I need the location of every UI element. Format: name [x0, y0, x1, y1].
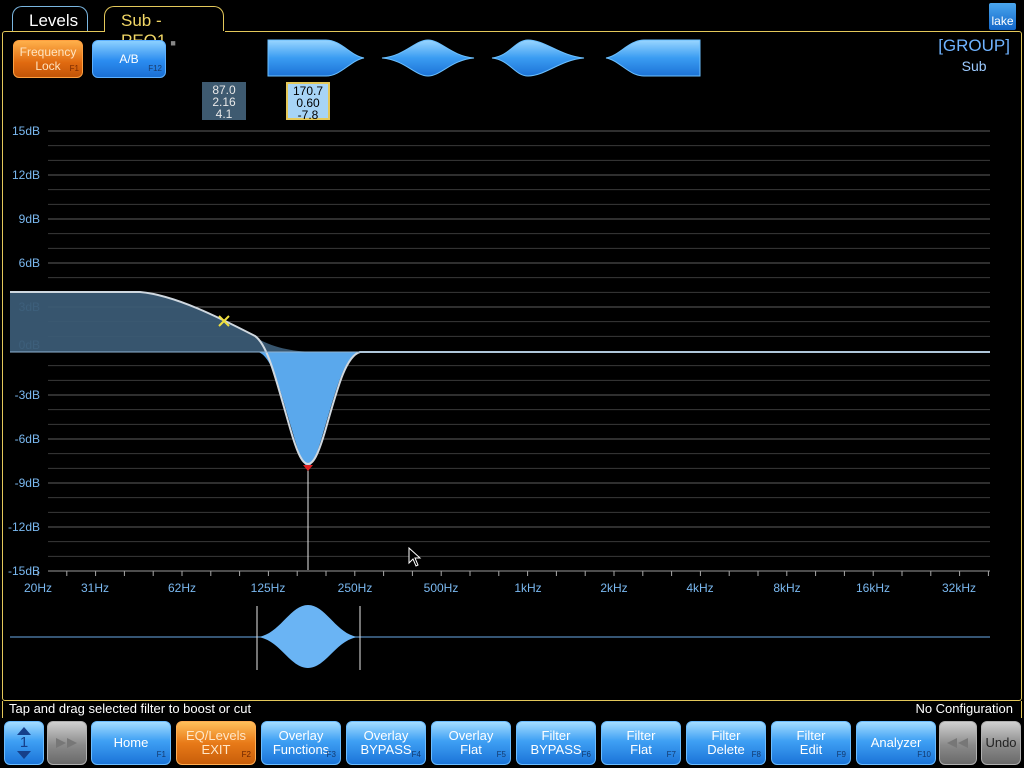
- page-selector-button[interactable]: 1: [4, 721, 44, 765]
- fkey-index: F9: [836, 750, 846, 759]
- next-page-button[interactable]: [47, 721, 87, 765]
- fkey-button-6[interactable]: Filter BYPASS F6: [516, 721, 596, 765]
- fkey-button-label: Home: [113, 735, 149, 750]
- x-axis-label: 32kHz: [942, 581, 976, 595]
- fkey-index: F7: [666, 750, 676, 759]
- fkey-button-1[interactable]: Home F1: [91, 721, 171, 765]
- y-axis-label: -12dB: [8, 520, 40, 534]
- x-axis-label: 62Hz: [168, 581, 196, 595]
- x-axis-label: 31Hz: [81, 581, 109, 595]
- fkey-button-5[interactable]: Overlay Flat F5: [431, 721, 511, 765]
- x-axis-label: 8kHz: [773, 581, 800, 595]
- fkey-button-4[interactable]: Overlay BYPASS F4: [346, 721, 426, 765]
- fkey-button-label: Filter Edit: [796, 728, 826, 757]
- overview-filter-shape: [258, 605, 358, 668]
- fkey-index: F4: [411, 750, 421, 759]
- eq-window: Levels Sub - PEQ1■ lake Frequency Lock F…: [0, 0, 1024, 768]
- fkey-button-label: Analyzer: [870, 735, 922, 750]
- graph-grid: [37, 130, 990, 576]
- fkey-button-label: EQ/Levels EXIT: [186, 728, 246, 757]
- fkey-index: F5: [496, 750, 506, 759]
- status-hint: Tap and drag selected filter to boost or…: [9, 701, 252, 716]
- fast-forward-icon: [56, 738, 77, 748]
- arrow-down-icon: [17, 751, 31, 759]
- x-axis-label: 20Hz: [24, 581, 52, 595]
- fkey-button-label: Overlay Flat: [448, 728, 494, 757]
- y-axis-label: 12dB: [12, 168, 40, 182]
- fkey-button-7[interactable]: Filter Flat F7: [601, 721, 681, 765]
- y-axis-label: 15dB: [12, 124, 40, 138]
- fkey-index: F8: [751, 750, 761, 759]
- fkey-index: F2: [241, 750, 251, 759]
- x-axis-label: 125Hz: [251, 581, 286, 595]
- fkey-index: F6: [581, 750, 591, 759]
- function-key-bar: 1 Home F1 EQ/Levels EXIT F2 Overlay Function…: [0, 718, 1024, 768]
- status-config: No Configuration: [915, 701, 1013, 716]
- fkey-button-label: Filter Flat: [626, 728, 656, 757]
- fkey-button-10[interactable]: Analyzer F10: [856, 721, 936, 765]
- x-axis-label: 1kHz: [514, 581, 541, 595]
- x-axis-label: 2kHz: [600, 581, 627, 595]
- fkey-button-label: Overlay Functions: [272, 728, 330, 757]
- x-axis-labels: 20Hz 31Hz 62Hz 125Hz 250Hz 500Hz 1kHz 2kHz 4kHz 8…: [24, 581, 976, 595]
- mouse-cursor-icon: [408, 547, 422, 567]
- fkey-index: F1: [156, 750, 166, 759]
- fkey-button-label: Filter Delete: [707, 728, 745, 757]
- y-axis-label: 6dB: [19, 256, 40, 270]
- status-bar: Tap and drag selected filter to boost or…: [2, 701, 1022, 718]
- x-axis-label: 16kHz: [856, 581, 890, 595]
- fkey-button-label: Filter BYPASS: [530, 728, 582, 757]
- x-axis-label: 4kHz: [686, 581, 713, 595]
- fkey-index: F3: [326, 750, 336, 759]
- x-axis-label: 250Hz: [338, 581, 373, 595]
- previous-page-button[interactable]: [939, 721, 977, 765]
- fkey-index: F10: [917, 750, 931, 759]
- y-axis-label: -15dB: [8, 564, 40, 578]
- y-axis-label: -9dB: [15, 476, 40, 490]
- page-number: 1: [19, 734, 29, 751]
- fkey-button-2[interactable]: EQ/Levels EXIT F2: [176, 721, 256, 765]
- fkey-button-3[interactable]: Overlay Functions F3: [261, 721, 341, 765]
- y-axis-label: -3dB: [15, 388, 40, 402]
- y-axis-label: -6dB: [15, 432, 40, 446]
- undo-button[interactable]: Undo: [981, 721, 1021, 765]
- fkey-button-9[interactable]: Filter Edit F9: [771, 721, 851, 765]
- rewind-icon: [947, 738, 968, 748]
- undo-label: Undo: [985, 735, 1017, 750]
- fkey-button-label: Overlay BYPASS: [360, 728, 412, 757]
- y-axis-label: 9dB: [19, 212, 40, 226]
- x-axis-label: 500Hz: [424, 581, 459, 595]
- fkey-button-8[interactable]: Filter Delete F8: [686, 721, 766, 765]
- eq-response-graph[interactable]: 15dB12dB9dB6dB3dB0dB-3dB-6dB-9dB-12dB-15…: [0, 0, 1024, 700]
